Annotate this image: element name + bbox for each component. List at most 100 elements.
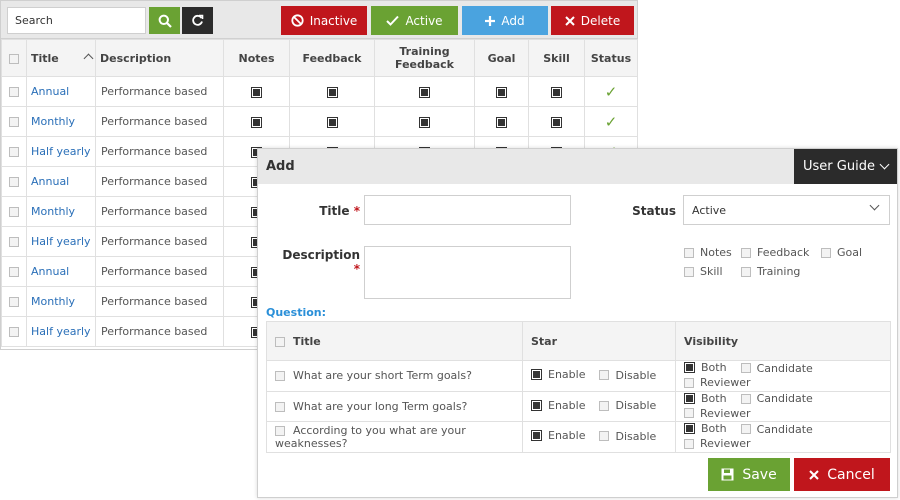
notes-checkbox[interactable] [684,247,694,258]
table-row[interactable]: MonthlyPerformance based ✓ [1,106,638,137]
opt-notes[interactable]: Notes [684,246,732,259]
row-description: Performance based [95,226,224,257]
opt-training[interactable]: Training [741,265,800,278]
opt-skill[interactable]: Skill [684,265,723,278]
feedback-checkbox[interactable] [741,247,751,258]
candidate-checkbox[interactable] [740,393,751,404]
question-row[interactable]: According to you what are your weaknesse… [266,421,891,453]
vis-candidate-option[interactable]: Candidate [740,422,813,436]
both-checkbox[interactable] [684,392,695,404]
col-header-title[interactable]: Title [26,39,96,77]
goal-checkbox[interactable] [821,247,831,258]
candidate-checkbox[interactable] [740,363,751,373]
row-checkbox[interactable] [9,267,19,277]
cancel-button[interactable]: Cancel [794,458,890,491]
select-all-checkbox[interactable] [9,53,19,64]
vis-candidate-option[interactable]: Candidate [740,362,813,375]
enable-checkbox[interactable] [531,430,542,442]
row-title[interactable]: Annual [26,256,96,287]
vis-reviewer-option[interactable]: Reviewer [684,407,751,420]
star-disable-option[interactable]: Disable [599,369,656,382]
add-button[interactable]: Add [462,6,548,35]
status-select[interactable]: Active [683,195,890,225]
disable-checkbox[interactable] [599,370,610,381]
row-checkbox[interactable] [9,147,19,157]
row-title[interactable]: Annual [26,76,96,107]
search-button[interactable] [149,7,180,34]
opt-feedback-label: Feedback [757,246,810,259]
question-checkbox[interactable] [275,401,285,412]
vis-candidate-label: Candidate [756,422,813,436]
star-disable-option[interactable]: Disable [599,399,656,412]
row-title[interactable]: Monthly [26,196,96,227]
star-disable-option[interactable]: Disable [599,430,656,443]
vis-both-option[interactable]: Both [684,422,727,435]
row-checkbox[interactable] [9,117,19,127]
question-title-cell: According to you what are your weaknesse… [266,421,523,453]
row-description: Performance based [95,196,224,227]
active-button[interactable]: Active [371,6,458,35]
row-skill [528,76,585,107]
row-title[interactable]: Annual [26,166,96,197]
opt-goal[interactable]: Goal [821,246,862,259]
row-checkbox[interactable] [9,237,19,247]
opt-goal-label: Goal [837,246,863,259]
q-select-all-checkbox[interactable] [275,336,285,347]
skill-checkbox[interactable] [684,266,694,277]
reviewer-checkbox[interactable] [684,408,694,418]
training-checkbox[interactable] [741,266,751,277]
row-checkbox[interactable] [9,177,19,187]
reviewer-checkbox[interactable] [684,377,694,388]
row-title[interactable]: Monthly [26,106,96,137]
vis-both-option[interactable]: Both [684,361,727,374]
sort-up-icon[interactable] [83,53,94,64]
question-checkbox[interactable] [275,425,285,436]
title-input[interactable] [364,195,571,225]
row-checkbox[interactable] [9,207,19,217]
row-description: Performance based [95,256,224,287]
vis-candidate-option[interactable]: Candidate [740,392,813,405]
row-status: ✓ [584,76,638,107]
enable-checkbox[interactable] [531,399,542,411]
star-enable-option[interactable]: Enable [531,368,585,381]
search-input[interactable]: Search [7,7,146,34]
row-title[interactable]: Half yearly [26,136,96,167]
candidate-checkbox[interactable] [740,424,751,434]
user-guide-button[interactable]: User Guide [794,149,897,184]
filled-checkbox-icon [419,86,430,98]
inactive-button[interactable]: Inactive [281,6,367,35]
vis-reviewer-option[interactable]: Reviewer [684,376,751,389]
enable-checkbox[interactable] [531,369,542,381]
question-row[interactable]: What are your short Term goals? Enable Dis… [266,360,891,392]
col-header-goal: Goal [474,39,529,77]
row-title[interactable]: Half yearly [26,316,96,347]
save-button[interactable]: Save [708,458,790,491]
q-col-star: Star [522,321,676,361]
delete-button[interactable]: Delete [551,6,634,35]
vis-reviewer-option[interactable]: Reviewer [684,437,751,450]
refresh-button[interactable] [182,7,213,34]
star-enable-option[interactable]: Enable [531,399,585,412]
vis-reviewer-label: Reviewer [700,376,751,389]
reviewer-checkbox[interactable] [684,438,694,449]
both-checkbox[interactable] [684,362,695,373]
row-description: Performance based [95,76,224,107]
star-enable-option[interactable]: Enable [531,429,585,442]
description-input[interactable] [364,246,571,299]
row-title[interactable]: Monthly [26,286,96,317]
question-row[interactable]: What are your long Term goals? Enable Disa… [266,390,891,422]
question-checkbox[interactable] [275,371,285,382]
q-col-title: Title [266,321,523,361]
row-title[interactable]: Half yearly [26,226,96,257]
disable-checkbox[interactable] [599,431,610,442]
row-checkbox[interactable] [9,87,19,97]
row-notes [223,76,290,107]
row-checkbox[interactable] [9,297,19,307]
refresh-icon [192,14,204,26]
vis-both-option[interactable]: Both [684,392,727,405]
opt-feedback[interactable]: Feedback [741,246,809,259]
both-checkbox[interactable] [684,423,695,434]
disable-checkbox[interactable] [599,400,610,411]
row-checkbox[interactable] [9,327,19,337]
table-row[interactable]: AnnualPerformance based ✓ [1,76,638,107]
